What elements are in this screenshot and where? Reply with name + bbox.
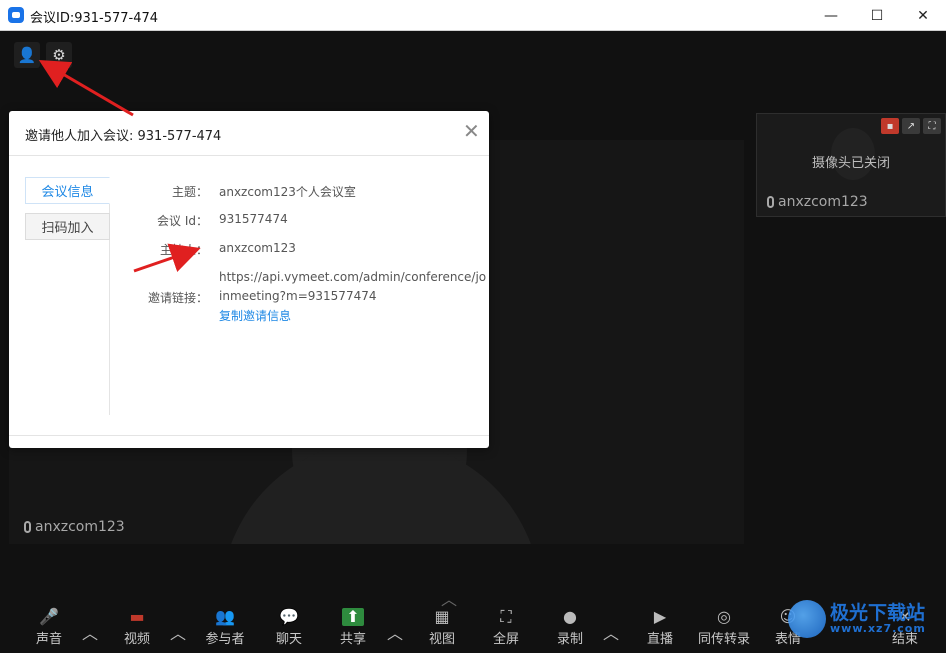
fullscreen-label: 全屏 bbox=[492, 632, 519, 647]
watermark-logo-icon bbox=[788, 600, 826, 638]
invite-dialog: 邀请他人加入会议: 931-577-474 ✕ 会议信息 扫码加入 主题： an… bbox=[9, 111, 489, 448]
meeting-id-value: 931577474 bbox=[219, 212, 288, 226]
watermark-text: 极光下载站 www.xz7.com bbox=[830, 603, 926, 635]
self-view-thumbnail[interactable]: ▪ ↗ ⛶ 摄像头已关闭 anxzcom123 bbox=[756, 113, 946, 217]
minimize-button[interactable]: — bbox=[808, 0, 854, 31]
audio-options-caret-icon[interactable]: ︿ bbox=[82, 620, 98, 644]
live-button[interactable]: ▶ 直播 bbox=[645, 607, 675, 648]
transcription-button[interactable]: ◎ 同传转录 bbox=[696, 607, 752, 648]
record-label: 录制 bbox=[556, 632, 583, 647]
top-tools: 👤 ⚙ bbox=[14, 42, 72, 68]
participant-silhouette-body bbox=[221, 440, 541, 544]
share-icon: ⬆ bbox=[342, 608, 364, 626]
microphone-icon: 🎤 bbox=[39, 607, 59, 626]
record-icon: ● bbox=[563, 607, 577, 626]
maximize-button[interactable]: ☐ bbox=[854, 0, 900, 31]
copy-invite-info-link[interactable]: 复制邀请信息 bbox=[219, 307, 291, 324]
audio-label: 声音 bbox=[35, 632, 62, 647]
add-user-icon[interactable]: 👤 bbox=[14, 42, 40, 68]
record-button[interactable]: ● 录制 bbox=[555, 607, 585, 648]
transcription-icon: ◎ bbox=[717, 607, 731, 626]
dialog-divider bbox=[9, 155, 489, 156]
watermark-line1: 极光下载站 bbox=[830, 602, 926, 624]
meeting-id-label: 会议 Id： bbox=[157, 214, 208, 228]
dialog-close-icon[interactable]: ✕ bbox=[463, 121, 480, 141]
share-label: 共享 bbox=[339, 632, 366, 647]
close-window-button[interactable]: ✕ bbox=[900, 0, 946, 31]
view-button[interactable]: ▦ 视图 bbox=[427, 607, 457, 648]
share-button[interactable]: ⬆ 共享 bbox=[338, 608, 368, 648]
app-logo-icon bbox=[8, 7, 24, 23]
host-value: anxzcom123 bbox=[219, 241, 296, 255]
dialog-title: 邀请他人加入会议: 931-577-474 bbox=[25, 129, 222, 144]
invite-link-line2[interactable]: inmeeting?m=931577474 bbox=[219, 289, 376, 303]
expand-icon[interactable]: ⛶ bbox=[923, 118, 941, 134]
main-video-name-tag: anxzcom123 bbox=[24, 519, 125, 535]
invite-link-label: 邀请链接： bbox=[147, 291, 208, 305]
participants-button[interactable]: 👥 参与者 bbox=[204, 607, 246, 648]
window-title: 会议ID:931-577-474 bbox=[30, 11, 159, 26]
participants-icon: 👥 bbox=[215, 607, 235, 626]
record-options-caret-icon[interactable]: ︿ bbox=[603, 620, 619, 644]
live-label: 直播 bbox=[646, 632, 673, 647]
video-off-icon: ▬ bbox=[129, 607, 145, 626]
fullscreen-icon: ⛶ bbox=[500, 607, 512, 626]
layout-icon: ▦ bbox=[434, 607, 450, 626]
video-button[interactable]: ▬ 视频 bbox=[122, 607, 152, 648]
invite-link-line1[interactable]: https://api.vymeet.com/admin/conference/… bbox=[219, 270, 486, 284]
host-label: 主持人： bbox=[159, 243, 208, 257]
title-bar: 会议ID:931-577-474 — ☐ ✕ bbox=[0, 0, 946, 31]
chat-icon: 💬 bbox=[279, 607, 299, 626]
transcription-label: 同传转录 bbox=[697, 632, 750, 647]
thumbnail-name-tag: anxzcom123 bbox=[767, 194, 868, 210]
participants-label: 参与者 bbox=[205, 632, 245, 647]
share-options-caret-icon[interactable]: ︿ bbox=[387, 620, 403, 644]
camera-off-icon[interactable]: ▪ bbox=[881, 118, 899, 134]
camera-off-status: 摄像头已关闭 bbox=[811, 156, 890, 171]
main-video-name: anxzcom123 bbox=[35, 519, 125, 535]
chat-button[interactable]: 💬 聊天 bbox=[274, 607, 304, 648]
video-options-caret-icon[interactable]: ︿ bbox=[170, 620, 186, 644]
dialog-side-tabs: 会议信息 扫码加入 bbox=[25, 177, 110, 415]
microphone-icon bbox=[24, 521, 31, 533]
watermark-line2: www.xz7.com bbox=[830, 622, 926, 635]
live-icon: ▶ bbox=[653, 607, 667, 626]
dialog-footer-divider bbox=[9, 435, 489, 436]
video-label: 视频 bbox=[123, 632, 150, 647]
audio-button[interactable]: 🎤 声音 bbox=[34, 607, 64, 648]
tab-meeting-info[interactable]: 会议信息 bbox=[25, 177, 110, 204]
thumbnail-name: anxzcom123 bbox=[778, 194, 868, 210]
microphone-icon bbox=[767, 196, 774, 208]
topic-value: anxzcom123个人会议室 bbox=[219, 185, 356, 199]
thumbnail-controls: ▪ ↗ ⛶ bbox=[881, 118, 941, 134]
chat-label: 聊天 bbox=[275, 632, 302, 647]
watermark: 极光下载站 www.xz7.com bbox=[788, 600, 926, 638]
topic-label: 主题： bbox=[171, 185, 208, 199]
tab-scan-to-join[interactable]: 扫码加入 bbox=[25, 213, 110, 240]
view-label: 视图 bbox=[428, 632, 455, 647]
fullscreen-button[interactable]: ⛶ 全屏 bbox=[491, 607, 521, 648]
gear-icon[interactable]: ⚙ bbox=[46, 42, 72, 68]
popout-icon[interactable]: ↗ bbox=[902, 118, 920, 134]
